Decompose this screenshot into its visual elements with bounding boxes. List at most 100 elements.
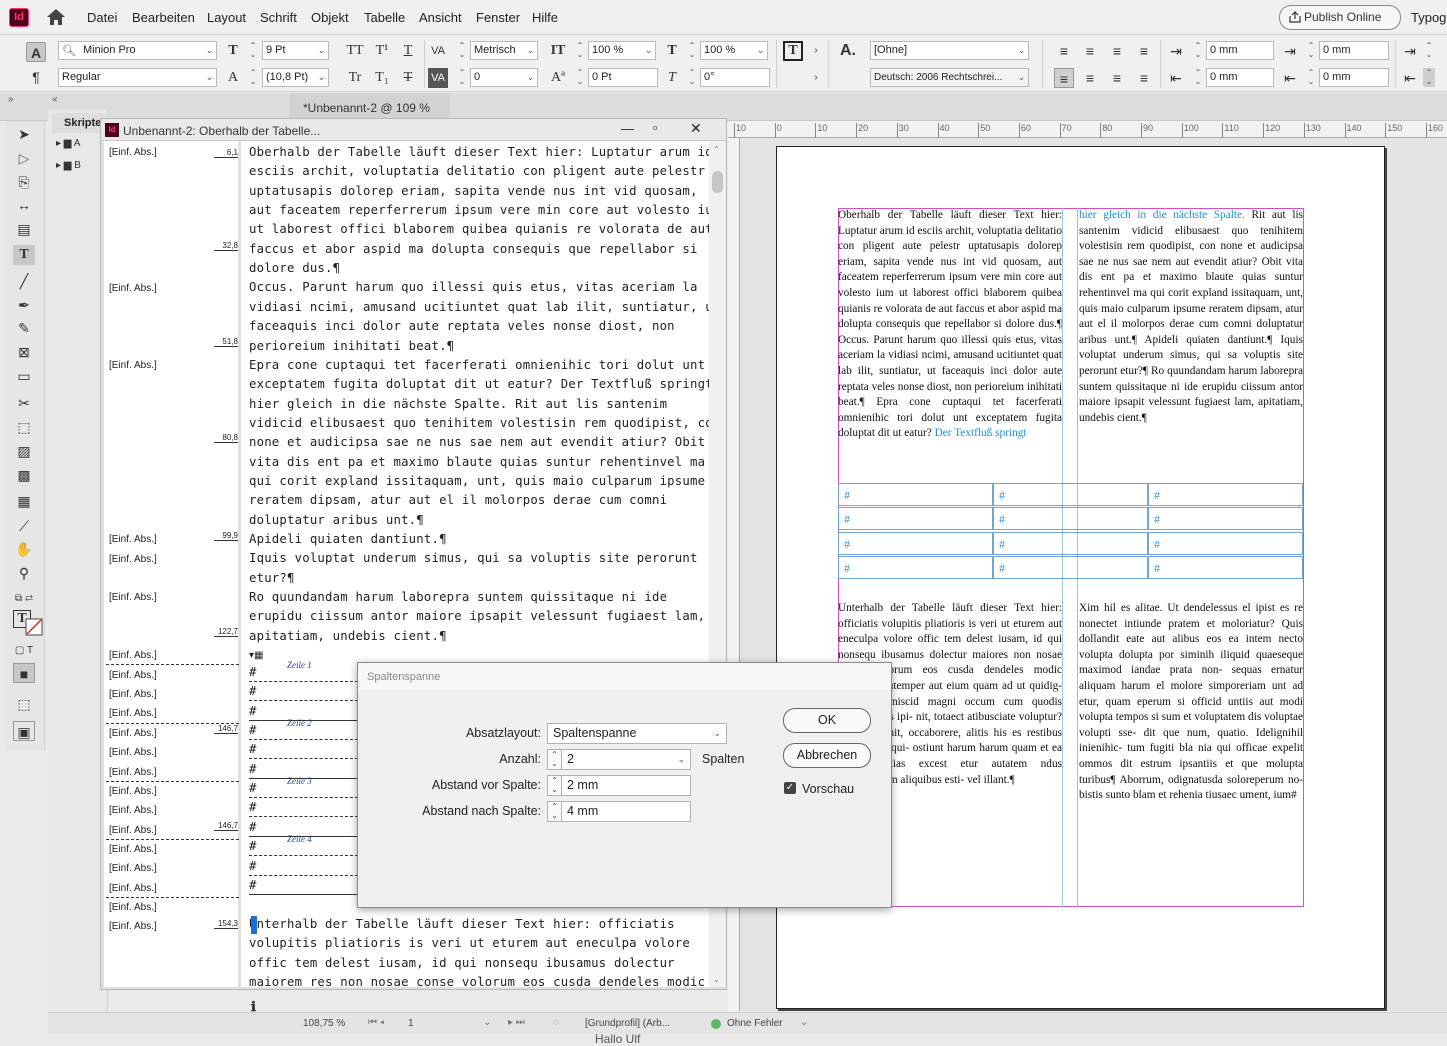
stroke-none-icon[interactable]: [25, 618, 43, 636]
story-line[interactable]: vita dis ent pa et maximo blaute quias s…: [249, 455, 705, 469]
default-colors-icon[interactable]: ⧉ ⇄: [13, 589, 35, 609]
vertical-scale-field[interactable]: 100 %: [588, 41, 643, 60]
next-page-icon[interactable]: ▸ ⏭: [508, 1017, 525, 1028]
right-indent-field[interactable]: 0 mm: [1319, 41, 1389, 60]
tracking-field[interactable]: 0: [470, 68, 525, 87]
last-line-indent-stepper[interactable]: ⌃ ⌄: [1305, 68, 1317, 87]
cell-marker[interactable]: #: [249, 704, 257, 718]
workspace-switcher[interactable]: Typogr: [1411, 10, 1447, 25]
zoom-tool-icon[interactable]: ⚲: [13, 563, 35, 583]
table-cell[interactable]: #: [993, 507, 1148, 531]
align-center-icon[interactable]: ≡: [1080, 41, 1100, 61]
story-line[interactable]: qui corit expland issitaquam, unt, quis …: [249, 474, 705, 488]
horizontal-scale-field[interactable]: 100 %: [700, 41, 755, 60]
superscript-icon[interactable]: T¹: [372, 41, 392, 61]
eyedropper-tool-icon[interactable]: ⟋: [13, 516, 35, 536]
table-cell[interactable]: #: [838, 531, 993, 555]
font-family-field[interactable]: Minion Pro: [58, 41, 204, 60]
normal-mode-icon[interactable]: ■: [13, 663, 35, 683]
story-line[interactable]: faccus et abor aspid ma dolupta consequi…: [249, 242, 698, 256]
left-indent-stepper[interactable]: ⌃ ⌄: [1192, 41, 1204, 60]
menu-hilfe[interactable]: Hilfe: [532, 10, 558, 25]
preflight-dropdown-icon[interactable]: ⌄: [800, 1017, 808, 1028]
story-line[interactable]: uptatusapis dolorep eriam, sapita vende …: [249, 184, 698, 198]
story-line[interactable]: maiorem res non nosae conse volorum eos …: [249, 975, 705, 987]
story-line[interactable]: esciis archit, voluptatia delitatio con …: [249, 164, 705, 178]
cell-marker[interactable]: #: [249, 781, 257, 795]
gap-tool-icon[interactable]: ↔: [13, 195, 35, 215]
maximize-icon[interactable]: ▫: [653, 120, 658, 135]
tracking-dropdown[interactable]: ⌄: [524, 68, 538, 87]
story-line[interactable]: vidi​cid elibusaest quo tenihitem volest…: [249, 416, 709, 430]
tab-document[interactable]: *Unbenannt-2 @ 109 % ✕: [290, 93, 450, 145]
collapse-panels-icon[interactable]: «: [52, 94, 58, 105]
scripts-folder-a[interactable]: ▸ ▆ A: [56, 138, 80, 149]
formatting-text-icon[interactable]: ▢ T: [13, 641, 35, 661]
menu-tabelle[interactable]: Tabelle: [364, 10, 405, 25]
cell-marker[interactable]: #: [249, 878, 257, 892]
scroll-thumb[interactable]: [712, 171, 723, 193]
menu-schrift[interactable]: Schrift: [260, 10, 297, 25]
page-column-2-bottom[interactable]: Xim hil es alitae. Ut dendelessus el ipi…: [1079, 601, 1303, 804]
gradient-feather-tool-icon[interactable]: ▩: [13, 465, 35, 485]
story-line[interactable]: offic tem delest iusam, id qui nonsequ i…: [249, 956, 675, 970]
table-cell[interactable]: #: [838, 555, 993, 579]
space-after-stepper[interactable]: ⌃ ⌄: [1423, 68, 1435, 87]
free-transform-tool-icon[interactable]: ⬚: [13, 417, 35, 437]
open-page-icon[interactable]: ◌: [553, 1017, 559, 1028]
publish-online-button[interactable]: Publish Online: [1279, 5, 1401, 30]
horizontal-ruler[interactable]: 10 0 10 20 30 40 50 60 70 80 90 100 110 120 130 140 150 1…: [728, 121, 1447, 138]
count-stepper[interactable]: ⌃ ⌄: [547, 749, 561, 770]
space-before-dialog-field[interactable]: 2 mm: [561, 775, 691, 796]
table-cell[interactable]: #: [1148, 531, 1303, 555]
gradient-tool-icon[interactable]: ▨: [13, 441, 35, 461]
leading-dropdown[interactable]: ⌄: [315, 68, 329, 87]
left-indent-field[interactable]: 0 mm: [1206, 41, 1274, 60]
scroll-up-icon[interactable]: ⌃: [713, 145, 720, 154]
cell-marker[interactable]: #: [249, 742, 257, 756]
story-line[interactable]: aut faceatem reperferrerum ipsum vere mi…: [249, 203, 709, 217]
table-icon[interactable]: ▾▦: [249, 650, 263, 661]
story-line[interactable]: faceaquis inci dolor aute reptata veles …: [249, 319, 675, 333]
font-family-dropdown[interactable]: ⌄: [203, 41, 217, 60]
space-before-dialog-stepper[interactable]: ⌃ ⌄: [547, 775, 561, 796]
note-tool-icon[interactable]: ▦: [13, 491, 35, 511]
preflight-profile[interactable]: [Grundprofil] (Arb...: [585, 1018, 670, 1029]
cell-marker[interactable]: #: [249, 800, 257, 814]
baseline-shift-field[interactable]: 0 Pt: [588, 68, 658, 87]
preview-checkbox[interactable]: ✓: [784, 782, 796, 794]
first-line-indent-field[interactable]: 0 mm: [1206, 68, 1274, 87]
story-line[interactable]: perioreium inihitati beat.¶: [249, 339, 454, 353]
table-cell[interactable]: #: [838, 483, 993, 506]
story-line[interactable]: Epra cone cuptaqui tet facerferati omnie…: [249, 358, 705, 372]
menu-fenster[interactable]: Fenster: [476, 10, 520, 25]
preflight-errors[interactable]: Ohne Fehler: [727, 1018, 783, 1029]
char-formatting-icon[interactable]: A: [26, 42, 46, 62]
menu-objekt[interactable]: Objekt: [311, 10, 349, 25]
ok-button[interactable]: OK: [783, 708, 871, 733]
rectangle-frame-tool-icon[interactable]: ⊠: [13, 342, 35, 362]
menu-layout[interactable]: Layout: [207, 10, 246, 25]
menu-datei[interactable]: Datei: [87, 10, 117, 25]
justify-left-icon[interactable]: ≡: [1054, 68, 1074, 88]
scissors-tool-icon[interactable]: ✂: [13, 393, 35, 413]
story-line[interactable]: reratem dipsam, atur aut el il molorpos …: [249, 493, 667, 507]
pencil-tool-icon[interactable]: ✎: [13, 318, 35, 338]
content-collector-icon[interactable]: ▤: [13, 219, 35, 239]
align-towards-spine-icon[interactable]: ≡: [1134, 41, 1154, 61]
font-style-field[interactable]: Regular: [58, 68, 204, 87]
small-caps-icon[interactable]: Tr: [345, 68, 365, 88]
scroll-down-icon[interactable]: ⌄: [713, 975, 720, 984]
language-dropdown[interactable]: ⌄: [1015, 68, 1029, 87]
skew-field[interactable]: 0°: [700, 68, 770, 87]
space-before-stepper[interactable]: ⌃ ⌄: [1423, 41, 1435, 60]
table-cell[interactable]: #: [1148, 555, 1303, 579]
tracking-stepper[interactable]: ⌃ ⌄: [456, 68, 468, 87]
page-column-1-top[interactable]: Oberhalb der Tabelle läuft dieser Text h…: [838, 208, 1062, 442]
language-field[interactable]: Deutsch: 2006 Rechtschrei...: [870, 68, 1016, 87]
home-icon[interactable]: [46, 8, 66, 26]
table-cell[interactable]: #: [1148, 507, 1303, 531]
story-line[interactable]: etur?¶: [249, 571, 295, 585]
scripts-folder-b[interactable]: ▸ ▆ B: [56, 160, 81, 171]
char-style-dropdown[interactable]: ⌄: [1015, 41, 1029, 60]
